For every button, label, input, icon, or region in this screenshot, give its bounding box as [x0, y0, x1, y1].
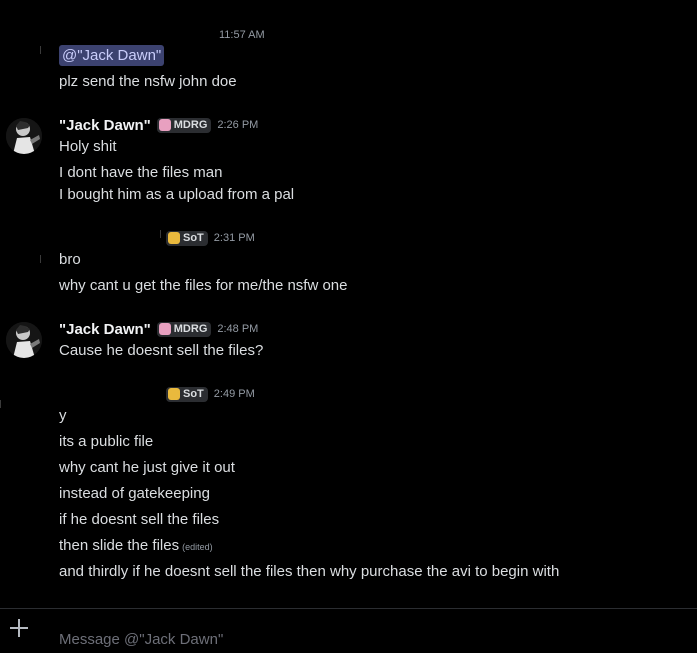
message-composer [0, 608, 697, 653]
cat-emoji-icon [158, 323, 171, 335]
message-text-content: then slide the files [59, 537, 180, 554]
edited-label: (edited) [182, 542, 213, 552]
message-text: I dont have the files man [59, 164, 223, 181]
avatar[interactable] [6, 118, 42, 154]
message-header: "Jack Dawn" MDRG 2:48 PM [59, 319, 258, 339]
guild-tag-label: MDRG [173, 323, 208, 335]
message-timestamp: 2:49 PM [213, 388, 255, 400]
username[interactable]: "Jack Dawn" [59, 117, 151, 134]
message-text: and thirdly if he doesnt sell the files … [59, 563, 560, 580]
message-text: Holy shit [59, 138, 117, 155]
message-timestamp: 2:31 PM [213, 232, 255, 244]
message-text: its a public file [59, 433, 154, 450]
message-header: SoT 2:49 PM [166, 384, 255, 404]
avatar-image [6, 118, 42, 154]
message-input[interactable] [59, 628, 659, 650]
message-text: plz send the nsfw john doe [59, 73, 237, 90]
skull-emoji-icon [168, 232, 180, 244]
message-text: why cant he just give it out [59, 459, 235, 476]
message-header: SoT 2:31 PM [166, 228, 255, 248]
message-timestamp: 2:48 PM [217, 323, 259, 335]
message-hover-marker [160, 230, 161, 238]
plus-icon[interactable] [9, 618, 29, 638]
user-mention[interactable]: @"Jack Dawn" [59, 45, 165, 66]
avatar[interactable] [6, 322, 42, 358]
avatar-image [6, 322, 42, 358]
message-timestamp: 11:57 AM [219, 29, 265, 41]
message-text: instead of gatekeeping [59, 485, 210, 502]
message-text: then slide the files (edited) [59, 536, 213, 557]
guild-tag[interactable]: MDRG [156, 321, 212, 337]
message-hover-marker [40, 255, 41, 263]
message-text: if he doesnt sell the files [59, 511, 220, 528]
guild-tag[interactable]: SoT [166, 386, 208, 402]
message-timestamp: 2:26 PM [217, 119, 259, 131]
guild-tag-label: MDRG [173, 119, 208, 131]
guild-tag-label: SoT [183, 232, 204, 244]
message-text: bro [59, 251, 81, 268]
skull-emoji-icon [168, 388, 180, 400]
message-hover-marker [40, 46, 41, 54]
guild-tag[interactable]: SoT [166, 230, 208, 246]
message-text: Cause he doesnt sell the files? [59, 342, 264, 359]
guild-tag[interactable]: MDRG [156, 117, 212, 133]
guild-tag-label: SoT [183, 388, 204, 400]
message-text: why cant u get the files for me/the nsfw… [59, 277, 348, 294]
message-text: y [59, 407, 67, 424]
message-hover-marker [0, 400, 1, 408]
cat-emoji-icon [158, 119, 171, 131]
message-header: "Jack Dawn" MDRG 2:26 PM [59, 115, 258, 135]
username[interactable]: "Jack Dawn" [59, 321, 151, 338]
message-text: I bought him as a upload from a pal [59, 186, 295, 203]
chat-messages: 11:57 AM @"Jack Dawn" plz send the nsfw … [0, 0, 697, 608]
